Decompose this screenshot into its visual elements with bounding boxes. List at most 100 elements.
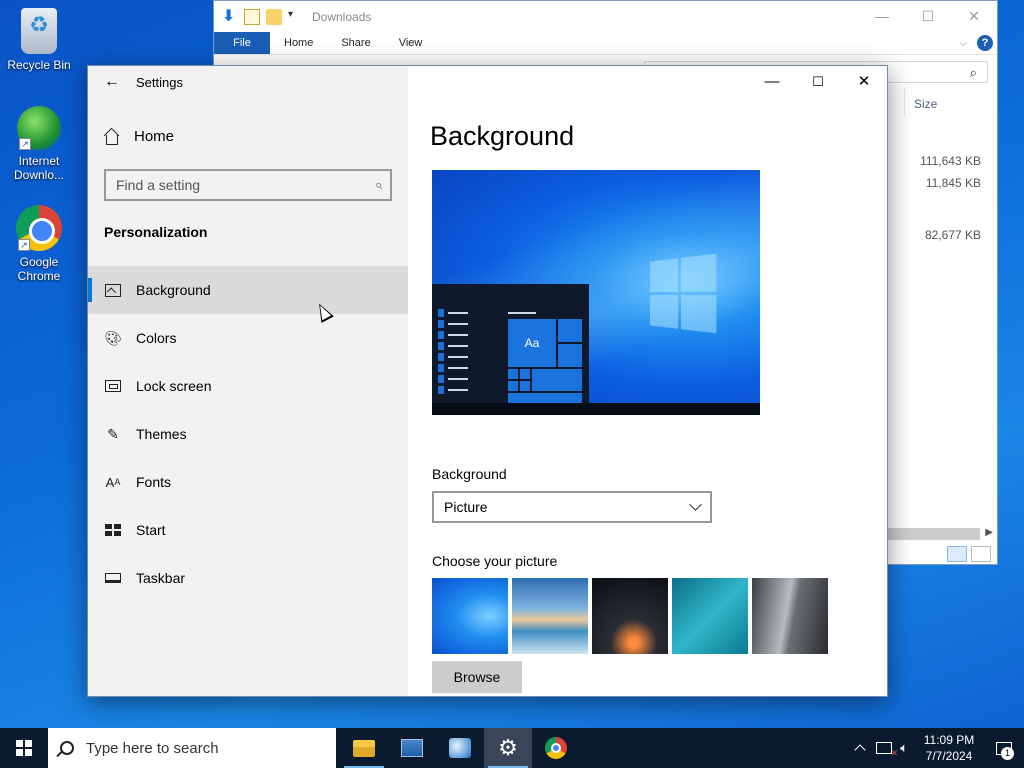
view-mode-buttons (947, 546, 991, 562)
desktop-icon-label: Google Chrome (17, 255, 61, 283)
chevron-down-icon (689, 498, 702, 511)
settings-window[interactable]: ← Settings Home ⌕ Personalization Backgr… (87, 65, 888, 697)
expand-ribbon-icon[interactable]: ⌵ (959, 38, 967, 49)
back-arrow-icon[interactable]: ← (88, 73, 136, 91)
column-divider[interactable] (904, 89, 905, 115)
background-type-dropdown[interactable]: Picture (432, 491, 712, 523)
action-center-button[interactable]: 1 (984, 728, 1024, 768)
find-setting-box[interactable]: ⌕ (104, 169, 392, 201)
desktop-icon-google-chrome[interactable]: ↗ Google Chrome (1, 205, 77, 283)
font-icon: AA (105, 474, 121, 490)
search-icon[interactable]: ⌕ (375, 177, 382, 193)
taskbar-control-panel[interactable] (436, 728, 484, 768)
taskbar-network-app[interactable] (388, 728, 436, 768)
customize-toolbar-icon[interactable]: ▾ (288, 9, 304, 25)
taskbar-icon (104, 570, 122, 586)
nav-item-themes[interactable]: ✎ Themes (88, 410, 408, 458)
internet-download-manager-icon: ↗ (17, 106, 61, 150)
taskbar-chrome[interactable] (532, 728, 580, 768)
background-type-label: Background (432, 466, 507, 482)
search-icon (60, 741, 74, 755)
file-size: 11,845 KB (925, 176, 981, 190)
section-heading: Personalization (104, 224, 208, 240)
close-icon[interactable]: ✕ (841, 66, 887, 98)
picture-thumbnail-underwater[interactable] (672, 578, 748, 654)
minimize-icon[interactable]: — (859, 1, 905, 32)
nav-item-fonts[interactable]: AA Fonts (88, 458, 408, 506)
taskbar-search-input[interactable] (86, 739, 306, 757)
properties-icon[interactable] (244, 8, 260, 25)
column-header-size[interactable]: Size (914, 97, 937, 111)
new-folder-icon[interactable] (266, 8, 282, 25)
picture-thumbnail-beach[interactable] (512, 578, 588, 654)
picture-thumbnails (432, 578, 828, 654)
minimize-icon[interactable]: — (749, 66, 795, 98)
ribbon-tab-share[interactable]: Share (327, 32, 384, 54)
control-panel-icon (449, 738, 471, 758)
notification-badge: 1 (1001, 747, 1014, 760)
taskbar-settings[interactable]: ⚙ (484, 728, 532, 768)
picture-thumbnail-night-sky[interactable] (592, 578, 668, 654)
maximize-icon[interactable]: ☐ (905, 1, 951, 32)
details-view-icon[interactable] (947, 546, 967, 562)
dropdown-value: Picture (444, 499, 488, 515)
settings-title-bar[interactable]: ← Settings (88, 66, 408, 98)
horizontal-scrollbar[interactable] (888, 528, 980, 540)
nav-item-colors[interactable]: 🎨︎ Colors (88, 314, 408, 362)
taskbar-search-box[interactable] (48, 728, 336, 768)
start-button[interactable] (0, 728, 48, 768)
picture-thumbnail-windows[interactable] (432, 578, 508, 654)
maximize-icon[interactable]: ☐ (795, 66, 841, 98)
settings-app-title: Settings (136, 74, 183, 90)
nav-item-label: Colors (136, 330, 177, 346)
nav-item-background[interactable]: Background (88, 266, 408, 314)
ribbon-tab-home[interactable]: Home (270, 32, 327, 54)
palette-icon: 🎨︎ (104, 329, 122, 346)
download-arrow-icon: ⬇ (222, 7, 236, 25)
ribbon-help-area: ⌵ ? (959, 32, 993, 54)
desktop-icon-label: Recycle Bin (7, 58, 71, 72)
nav-item-label: Lock screen (136, 378, 212, 394)
clock[interactable]: 11:09 PM 7/7/2024 (914, 732, 984, 764)
windows-logo-icon (649, 253, 718, 335)
search-icon[interactable]: ⌕ (970, 65, 977, 81)
find-setting-input[interactable] (116, 177, 375, 193)
picture-icon (104, 282, 122, 298)
network-disconnected-icon[interactable] (876, 742, 898, 759)
show-hidden-icons-chevron-icon[interactable] (854, 744, 866, 756)
nav-item-taskbar[interactable]: Taskbar (88, 554, 408, 602)
chrome-icon (545, 737, 567, 759)
brush-icon: ✎ (107, 425, 119, 442)
large-icons-view-icon[interactable] (971, 546, 991, 562)
system-tray: 🔈︎ 11:09 PM 7/7/2024 1 (848, 728, 1024, 768)
ribbon-tab-view[interactable]: View (385, 32, 437, 54)
nav-item-label: Start (136, 522, 166, 538)
chrome-icon: ↗ (16, 205, 62, 251)
quick-access-toolbar: ⬇ ▾ (222, 7, 304, 25)
nav-item-lock-screen[interactable]: Lock screen (88, 362, 408, 410)
explorer-ribbon: File Home Share View ⌵ ? (214, 32, 997, 55)
gear-icon: ⚙ (498, 735, 518, 760)
home-icon (104, 129, 120, 145)
settings-window-controls: — ☐ ✕ (749, 66, 887, 98)
scroll-right-icon[interactable]: ▶ (985, 527, 993, 538)
preview-taskbar (432, 403, 760, 415)
picture-thumbnail-rock[interactable] (752, 578, 828, 654)
help-icon[interactable]: ? (977, 35, 993, 51)
explorer-title: Downloads (312, 9, 372, 24)
browse-button[interactable]: Browse (432, 661, 522, 693)
home-link[interactable]: Home (104, 128, 174, 145)
nav-item-label: Taskbar (136, 570, 186, 586)
nav-item-start[interactable]: Start (88, 506, 408, 554)
shortcut-arrow-icon: ↗ (18, 239, 30, 251)
desktop-icon-internet-download-manager[interactable]: ↗ Internet Downlo... (1, 106, 77, 182)
recycle-bin-icon (21, 8, 57, 54)
volume-muted-icon[interactable]: 🔈︎ (900, 740, 908, 756)
taskbar-file-explorer[interactable] (340, 728, 388, 768)
close-icon[interactable]: ✕ (951, 1, 997, 32)
ribbon-tab-file[interactable]: File (214, 32, 270, 54)
desktop-icon-recycle-bin[interactable]: Recycle Bin (1, 8, 77, 72)
file-size: 82,677 KB (924, 228, 981, 242)
settings-content: — ☐ ✕ Background Aa Background Picture C… (408, 66, 887, 696)
background-preview: Aa (432, 170, 760, 415)
